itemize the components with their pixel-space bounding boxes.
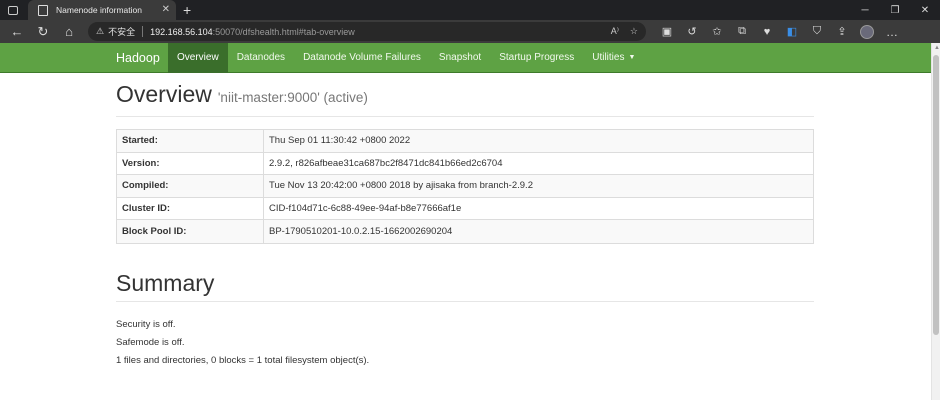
vertical-scrollbar[interactable]: ▲ (931, 43, 940, 400)
nav-snapshot[interactable]: Snapshot (430, 43, 490, 73)
read-aloud-icon[interactable]: A⁾ (611, 26, 619, 37)
security-label[interactable]: 不安全 (108, 25, 135, 38)
row-key: Block Pool ID: (117, 220, 264, 243)
hadoop-navbar: Hadoop Overview Datanodes Datanode Volum… (0, 42, 940, 73)
favorites-icon[interactable]: ✩ (706, 22, 728, 42)
nav-startup-progress[interactable]: Startup Progress (490, 43, 583, 73)
scrollbar-thumb[interactable] (933, 55, 939, 335)
table-row: Block Pool ID: BP-1790510201-10.0.2.15-1… (117, 220, 813, 243)
brand-link[interactable]: Hadoop (116, 51, 168, 65)
nav-utilities-label: Utilities (592, 52, 625, 63)
row-value: CID-f104d71c-6c88-49ee-94af-b8e77666af1e (269, 203, 462, 215)
overview-title: Overview (116, 81, 212, 107)
row-value: 2.9.2, r826afbeae31ca687bc2f8471dc841b66… (269, 157, 503, 169)
tab-close-icon[interactable]: ✕ (162, 5, 170, 15)
scroll-up-icon[interactable]: ▲ (934, 45, 940, 51)
home-icon[interactable]: ⌂ (56, 22, 82, 42)
url-path: :50070/dfshealth.html#tab-overview (212, 26, 355, 37)
refresh-extension-icon[interactable]: ↺ (681, 22, 703, 42)
nav-overview[interactable]: Overview (168, 42, 228, 73)
table-row: Started: Thu Sep 01 11:30:42 +0800 2022 (117, 130, 813, 153)
window-menu-icon[interactable] (0, 0, 26, 20)
row-key: Started: (117, 130, 264, 152)
summary-line: Safemode is off. (116, 337, 185, 348)
summary-heading: Summary (116, 265, 814, 302)
row-key: Compiled: (117, 175, 264, 197)
row-value: BP-1790510201-10.0.2.15-1662002690204 (269, 226, 453, 238)
add-favorite-icon[interactable]: ☆ (630, 26, 638, 37)
extension-icon[interactable]: ◧ (781, 22, 803, 42)
browser-tab-bar: Namenode information ✕ + ─ ❐ ✕ (0, 0, 940, 20)
table-row: Cluster ID: CID-f104d71c-6c88-49ee-94af-… (117, 197, 813, 221)
summary-line: 1 files and directories, 0 blocks = 1 to… (116, 355, 370, 366)
minimize-icon[interactable]: ─ (850, 0, 880, 20)
address-bar[interactable]: ⚠ 不安全 192.168.56.104 :50070/dfshealth.ht… (88, 22, 646, 41)
summary-title: Summary (116, 269, 215, 296)
nav-datanode-volume-failures[interactable]: Datanode Volume Failures (294, 43, 430, 73)
warning-icon[interactable]: ⚠ (96, 26, 104, 37)
page-favicon-icon (38, 4, 48, 16)
new-tab-icon[interactable]: + (183, 3, 191, 17)
address-divider (142, 26, 144, 37)
nav-utilities-dropdown[interactable]: Utilities ▼ (583, 43, 644, 73)
caret-down-icon: ▼ (628, 54, 636, 61)
overview-table: Started: Thu Sep 01 11:30:42 +0800 2022 … (116, 129, 814, 244)
avatar[interactable] (860, 24, 874, 39)
browser-toolbar: ← ↻ ⌂ ⚠ 不安全 192.168.56.104 :50070/dfshea… (0, 20, 940, 43)
row-key: Version: (117, 152, 264, 175)
health-icon[interactable]: ♥ (756, 22, 778, 42)
summary-lines: Security is off. Safemode is off. 1 file… (116, 316, 814, 370)
row-value: Tue Nov 13 20:42:00 +0800 2018 by ajisak… (269, 180, 533, 192)
overview-heading: Overview 'niit-master:9000' (active) (116, 81, 814, 117)
row-value: Thu Sep 01 11:30:42 +0800 2022 (269, 135, 411, 147)
tab-title: Namenode information (56, 5, 142, 15)
summary-line: Security is off. (116, 319, 176, 330)
browser-tab[interactable]: Namenode information ✕ (28, 0, 176, 20)
back-icon[interactable]: ← (4, 22, 30, 42)
more-options-icon[interactable]: … (881, 22, 903, 42)
table-row: Version: 2.9.2, r826afbeae31ca687bc2f847… (117, 152, 813, 176)
collections-icon[interactable]: ⧉ (731, 22, 753, 42)
browser-essentials-icon[interactable]: ⛉ (806, 22, 828, 42)
close-window-icon[interactable]: ✕ (910, 0, 940, 20)
profile-icon[interactable] (856, 22, 878, 42)
nav-datanodes[interactable]: Datanodes (228, 43, 294, 73)
row-key: Cluster ID: (117, 197, 264, 220)
reload-icon[interactable]: ↻ (30, 22, 56, 42)
maximize-icon[interactable]: ❐ (880, 0, 910, 20)
overview-subtitle: 'niit-master:9000' (active) (217, 90, 368, 105)
table-row: Compiled: Tue Nov 13 20:42:00 +0800 2018… (117, 175, 813, 198)
immersive-reader-icon[interactable]: ▣ (656, 22, 678, 42)
page-viewport: Hadoop Overview Datanodes Datanode Volum… (0, 42, 940, 400)
window-controls: ─ ❐ ✕ (850, 0, 940, 20)
share-icon[interactable]: ⇪ (831, 22, 853, 42)
url-host: 192.168.56.104 (150, 26, 213, 37)
